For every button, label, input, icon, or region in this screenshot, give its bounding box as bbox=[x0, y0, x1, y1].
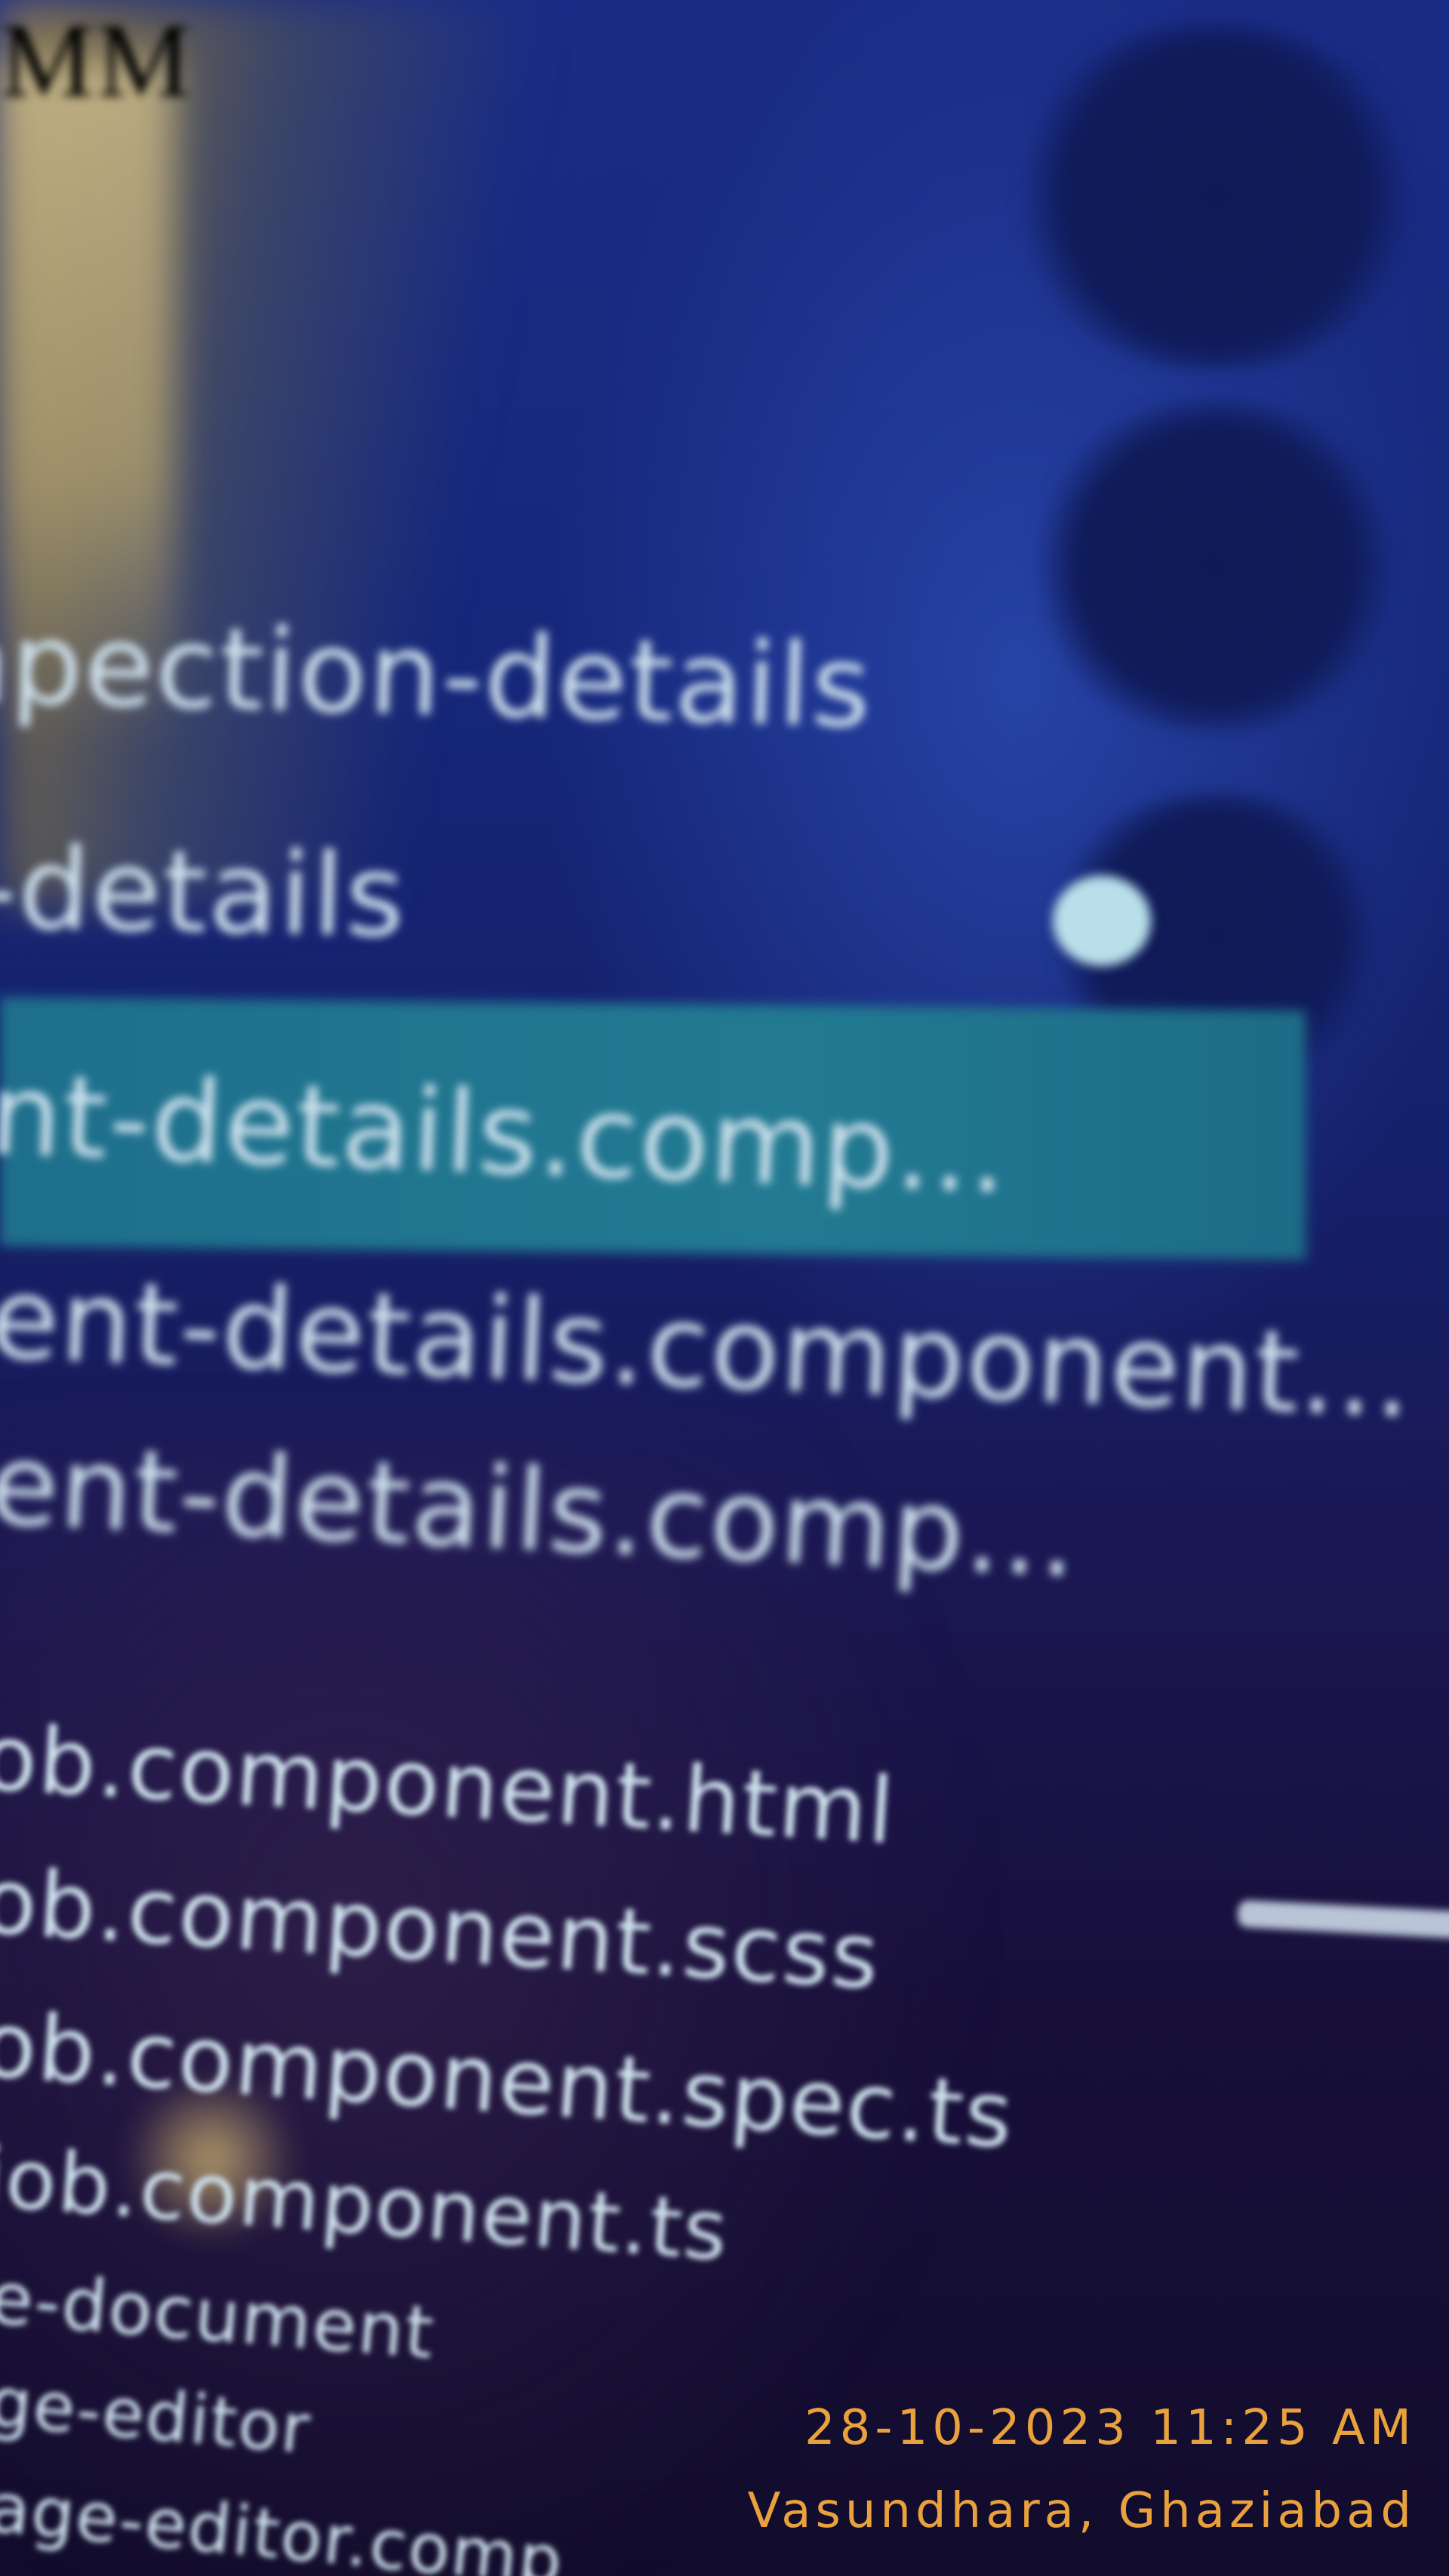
stamp-datetime: 28-10-2023 11:25 AM bbox=[804, 2400, 1416, 2456]
stamp-location: Vasundhara, Ghaziabad bbox=[747, 2483, 1416, 2539]
scrollbar-thumb[interactable] bbox=[1237, 1900, 1449, 1939]
tree-item[interactable]: ent-details.component... bbox=[0, 1253, 1416, 1444]
tree-item-label: ent-details.component... bbox=[0, 1253, 1416, 1444]
tree-item-label: -details bbox=[0, 823, 408, 963]
camera-reflection-top bbox=[1004, 23, 1426, 370]
git-modified-badge: M bbox=[0, 2, 94, 119]
timestamp-overlay: 28-10-2023 11:25 AM bbox=[804, 2400, 1416, 2456]
tree-item[interactable]: -details bbox=[0, 823, 408, 963]
git-modified-badge: M bbox=[97, 2, 191, 119]
location-overlay: Vasundhara, Ghaziabad bbox=[747, 2483, 1416, 2539]
tree-item[interactable]: npection-details bbox=[0, 596, 874, 754]
monitor-photo: npection-details -details nt-details.com… bbox=[0, 0, 1449, 2576]
camera-reflection-middle bbox=[1026, 400, 1404, 732]
modified-dot-icon bbox=[1053, 876, 1151, 966]
tree-item-label: npection-details bbox=[0, 596, 874, 754]
